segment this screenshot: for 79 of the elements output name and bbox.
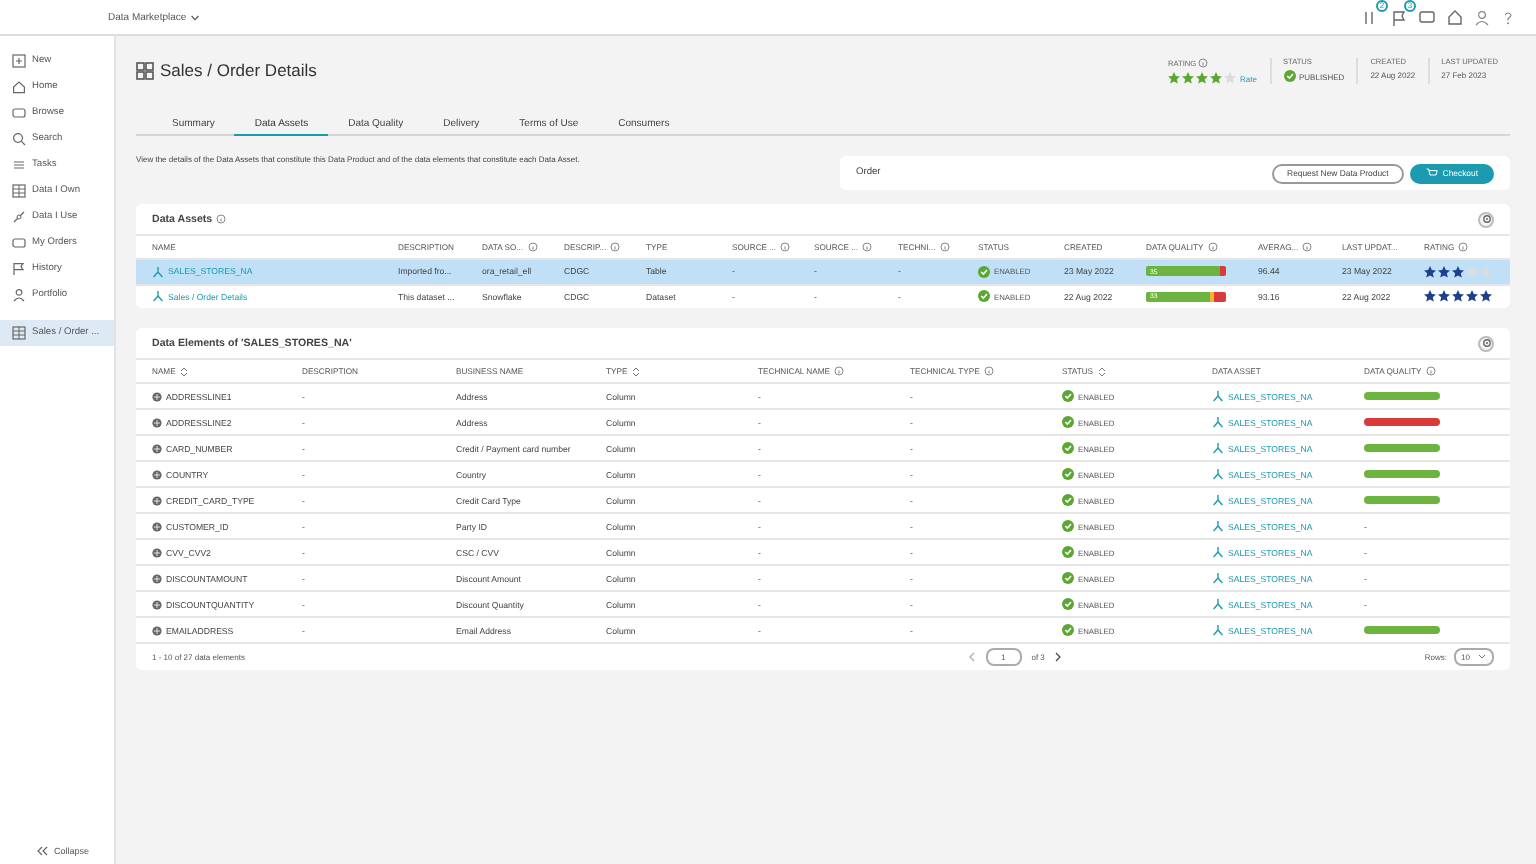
element-icon xyxy=(152,443,162,453)
plus-icon xyxy=(12,53,26,67)
asset-icon xyxy=(1212,546,1224,558)
check-icon xyxy=(1062,468,1074,480)
element-icon xyxy=(152,495,162,505)
asset-icon xyxy=(152,265,164,278)
info-icon xyxy=(1425,366,1436,376)
caret-icon xyxy=(190,13,201,21)
asset-icon xyxy=(1212,572,1224,584)
chevron-left-icon xyxy=(967,652,975,662)
sort-icon xyxy=(631,365,640,377)
page-title: Sales / Order Details xyxy=(160,60,317,80)
grid-icon xyxy=(136,61,154,79)
check-icon xyxy=(1062,494,1074,506)
info-icon xyxy=(983,366,994,376)
next-page-button[interactable] xyxy=(1054,652,1063,662)
asset-icon xyxy=(1212,416,1224,428)
home-icon xyxy=(12,79,26,93)
user-icon xyxy=(1474,9,1490,25)
element-icon xyxy=(152,417,162,427)
window-icon xyxy=(12,235,26,249)
asset-icon xyxy=(1212,390,1224,402)
chevron-right-icon xyxy=(1054,652,1063,662)
settings-button[interactable] xyxy=(1478,335,1494,351)
sort-icon xyxy=(1097,365,1106,377)
info-icon xyxy=(1207,242,1218,252)
folder-icon xyxy=(1418,8,1436,26)
info-icon xyxy=(1302,242,1313,252)
asset-icon xyxy=(1212,442,1224,454)
info-icon xyxy=(862,242,873,252)
element-icon xyxy=(152,625,162,635)
flag-icon xyxy=(12,261,26,275)
settings-icon xyxy=(1481,338,1491,348)
check-icon xyxy=(1062,546,1074,558)
info-icon xyxy=(527,242,538,252)
info-icon xyxy=(1458,242,1469,252)
search-icon xyxy=(12,131,26,145)
check-icon xyxy=(1062,624,1074,636)
chevrons-icon xyxy=(36,846,48,856)
asset-icon xyxy=(1212,624,1224,636)
check-icon xyxy=(978,265,990,278)
check-icon xyxy=(1283,70,1295,82)
check-icon xyxy=(1062,572,1074,584)
check-icon xyxy=(1062,416,1074,428)
cart-icon xyxy=(1426,168,1439,178)
settings-icon xyxy=(1481,214,1491,224)
element-icon xyxy=(152,599,162,609)
check-icon xyxy=(1062,520,1074,532)
settings-button[interactable] xyxy=(1478,211,1494,227)
asset-icon xyxy=(1212,520,1224,532)
check-icon xyxy=(1062,442,1074,454)
check-icon xyxy=(1062,390,1074,402)
asset-icon xyxy=(1212,494,1224,506)
home-icon xyxy=(1446,8,1464,26)
info-icon xyxy=(834,366,845,376)
element-icon xyxy=(152,573,162,583)
element-icon xyxy=(152,391,162,401)
info-icon xyxy=(610,242,621,252)
check-icon xyxy=(1062,598,1074,610)
info-icon xyxy=(939,242,950,252)
element-icon xyxy=(152,521,162,531)
element-icon xyxy=(152,469,162,479)
grid-icon xyxy=(12,326,26,340)
help-icon xyxy=(1500,9,1516,25)
list-icon xyxy=(12,157,26,171)
asset-icon xyxy=(1212,468,1224,480)
asset-icon xyxy=(152,290,164,303)
link-icon xyxy=(12,209,26,223)
flag-icon xyxy=(1390,7,1408,27)
window-icon xyxy=(12,105,26,119)
sort-icon xyxy=(179,365,188,377)
element-icon xyxy=(152,547,162,557)
asset-icon xyxy=(1212,598,1224,610)
person-icon xyxy=(12,287,26,301)
info-icon xyxy=(780,242,791,252)
info-icon xyxy=(216,214,227,224)
info-icon xyxy=(1198,58,1209,68)
grid-icon xyxy=(12,183,26,197)
check-icon xyxy=(978,290,990,303)
